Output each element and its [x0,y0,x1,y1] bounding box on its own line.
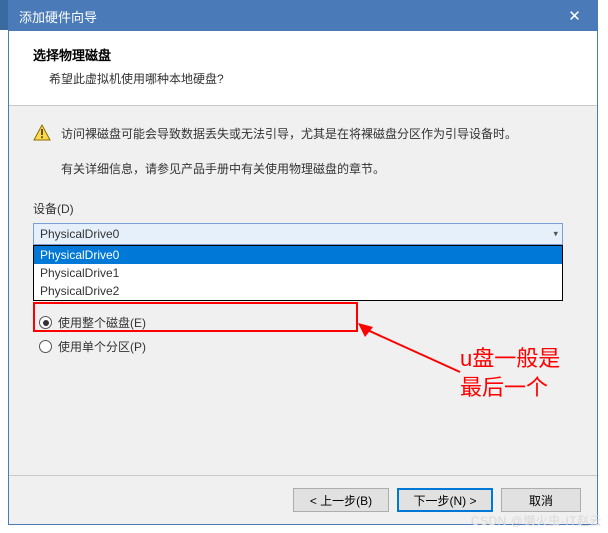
window-title: 添加硬件向导 [19,7,552,26]
radio-label: 使用整个磁盘(E) [58,314,146,331]
radio-label: 使用单个分区(P) [58,338,146,355]
wizard-window: 添加硬件向导 ✕ 选择物理磁盘 希望此虚拟机使用哪种本地硬盘? 访问裸磁盘可能会… [8,0,598,525]
footer-buttons: < 上一步(B) 下一步(N) > 取消 [9,475,597,524]
info-text: 有关详细信息，请参见产品手册中有关使用物理磁盘的章节。 [61,160,573,179]
warning-row: 访问裸磁盘可能会导致数据丢失或无法引导，尤其是在将裸磁盘分区作为引导设备时。 [33,124,573,144]
device-combo[interactable]: PhysicalDrive0 ▾ PhysicalDrive0 Physical… [33,223,563,245]
cancel-button[interactable]: 取消 [501,488,581,512]
radio-icon [39,316,52,329]
radio-use-single-partition[interactable]: 使用单个分区(P) [39,335,573,359]
combo-option-label: PhysicalDrive2 [40,284,119,298]
warning-icon [33,124,51,142]
combo-selected-text: PhysicalDrive0 [40,227,119,241]
radio-icon [39,340,52,353]
page-subtitle: 希望此虚拟机使用哪种本地硬盘? [33,70,573,87]
titlebar: 添加硬件向导 ✕ [9,1,597,31]
usage-radio-group: 使用整个磁盘(E) 使用单个分区(P) [39,311,573,359]
button-label: < 上一步(B) [310,492,372,509]
combo-option-label: PhysicalDrive1 [40,266,119,280]
back-button[interactable]: < 上一步(B) [293,488,389,512]
page-title: 选择物理磁盘 [33,45,573,64]
close-icon: ✕ [568,7,581,25]
close-button[interactable]: ✕ [552,1,597,31]
header-panel: 选择物理磁盘 希望此虚拟机使用哪种本地硬盘? [9,31,597,106]
left-window-stub [0,0,8,30]
button-label: 下一步(N) > [413,492,476,509]
button-label: 取消 [529,492,553,509]
chevron-down-icon: ▾ [553,228,558,239]
combo-option-0[interactable]: PhysicalDrive0 [34,246,562,264]
combo-option-label: PhysicalDrive0 [40,248,119,262]
combo-display[interactable]: PhysicalDrive0 ▾ [33,223,563,245]
device-label: 设备(D) [33,200,573,217]
next-button[interactable]: 下一步(N) > [397,488,493,512]
radio-use-entire-disk[interactable]: 使用整个磁盘(E) [39,311,573,335]
combo-dropdown-list: PhysicalDrive0 PhysicalDrive1 PhysicalDr… [33,245,563,301]
body-panel: 访问裸磁盘可能会导致数据丢失或无法引导，尤其是在将裸磁盘分区作为引导设备时。 有… [9,106,597,475]
warning-text: 访问裸磁盘可能会导致数据丢失或无法引导，尤其是在将裸磁盘分区作为引导设备时。 [61,124,517,144]
combo-option-2[interactable]: PhysicalDrive2 [34,282,562,300]
combo-option-1[interactable]: PhysicalDrive1 [34,264,562,282]
